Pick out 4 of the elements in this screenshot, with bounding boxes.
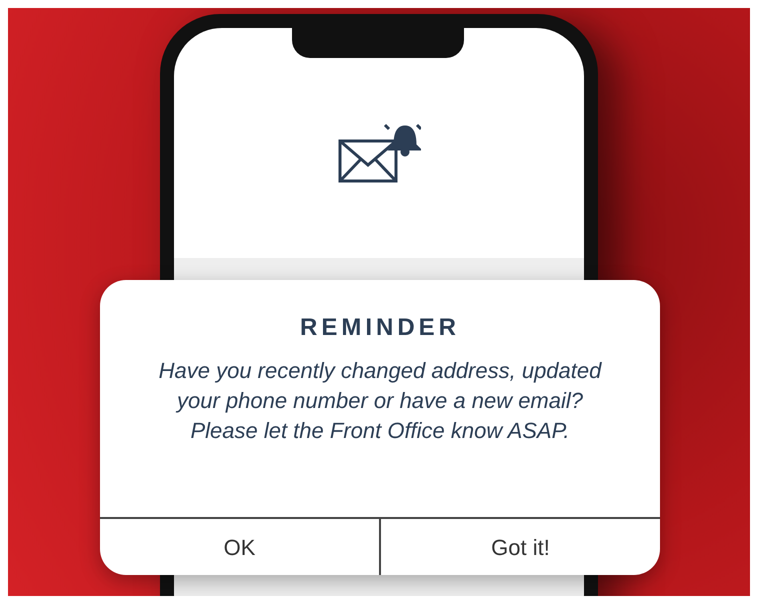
dialog-message: Have you recently changed address, updated your phone number or have a new email? Please let the Front Office know ASAP. [158, 357, 603, 445]
dialog-title: REMINDER [300, 313, 460, 343]
dialog-button[interactable]: OK [100, 519, 379, 575]
dialog-button[interactable]: Got it! [379, 519, 660, 575]
